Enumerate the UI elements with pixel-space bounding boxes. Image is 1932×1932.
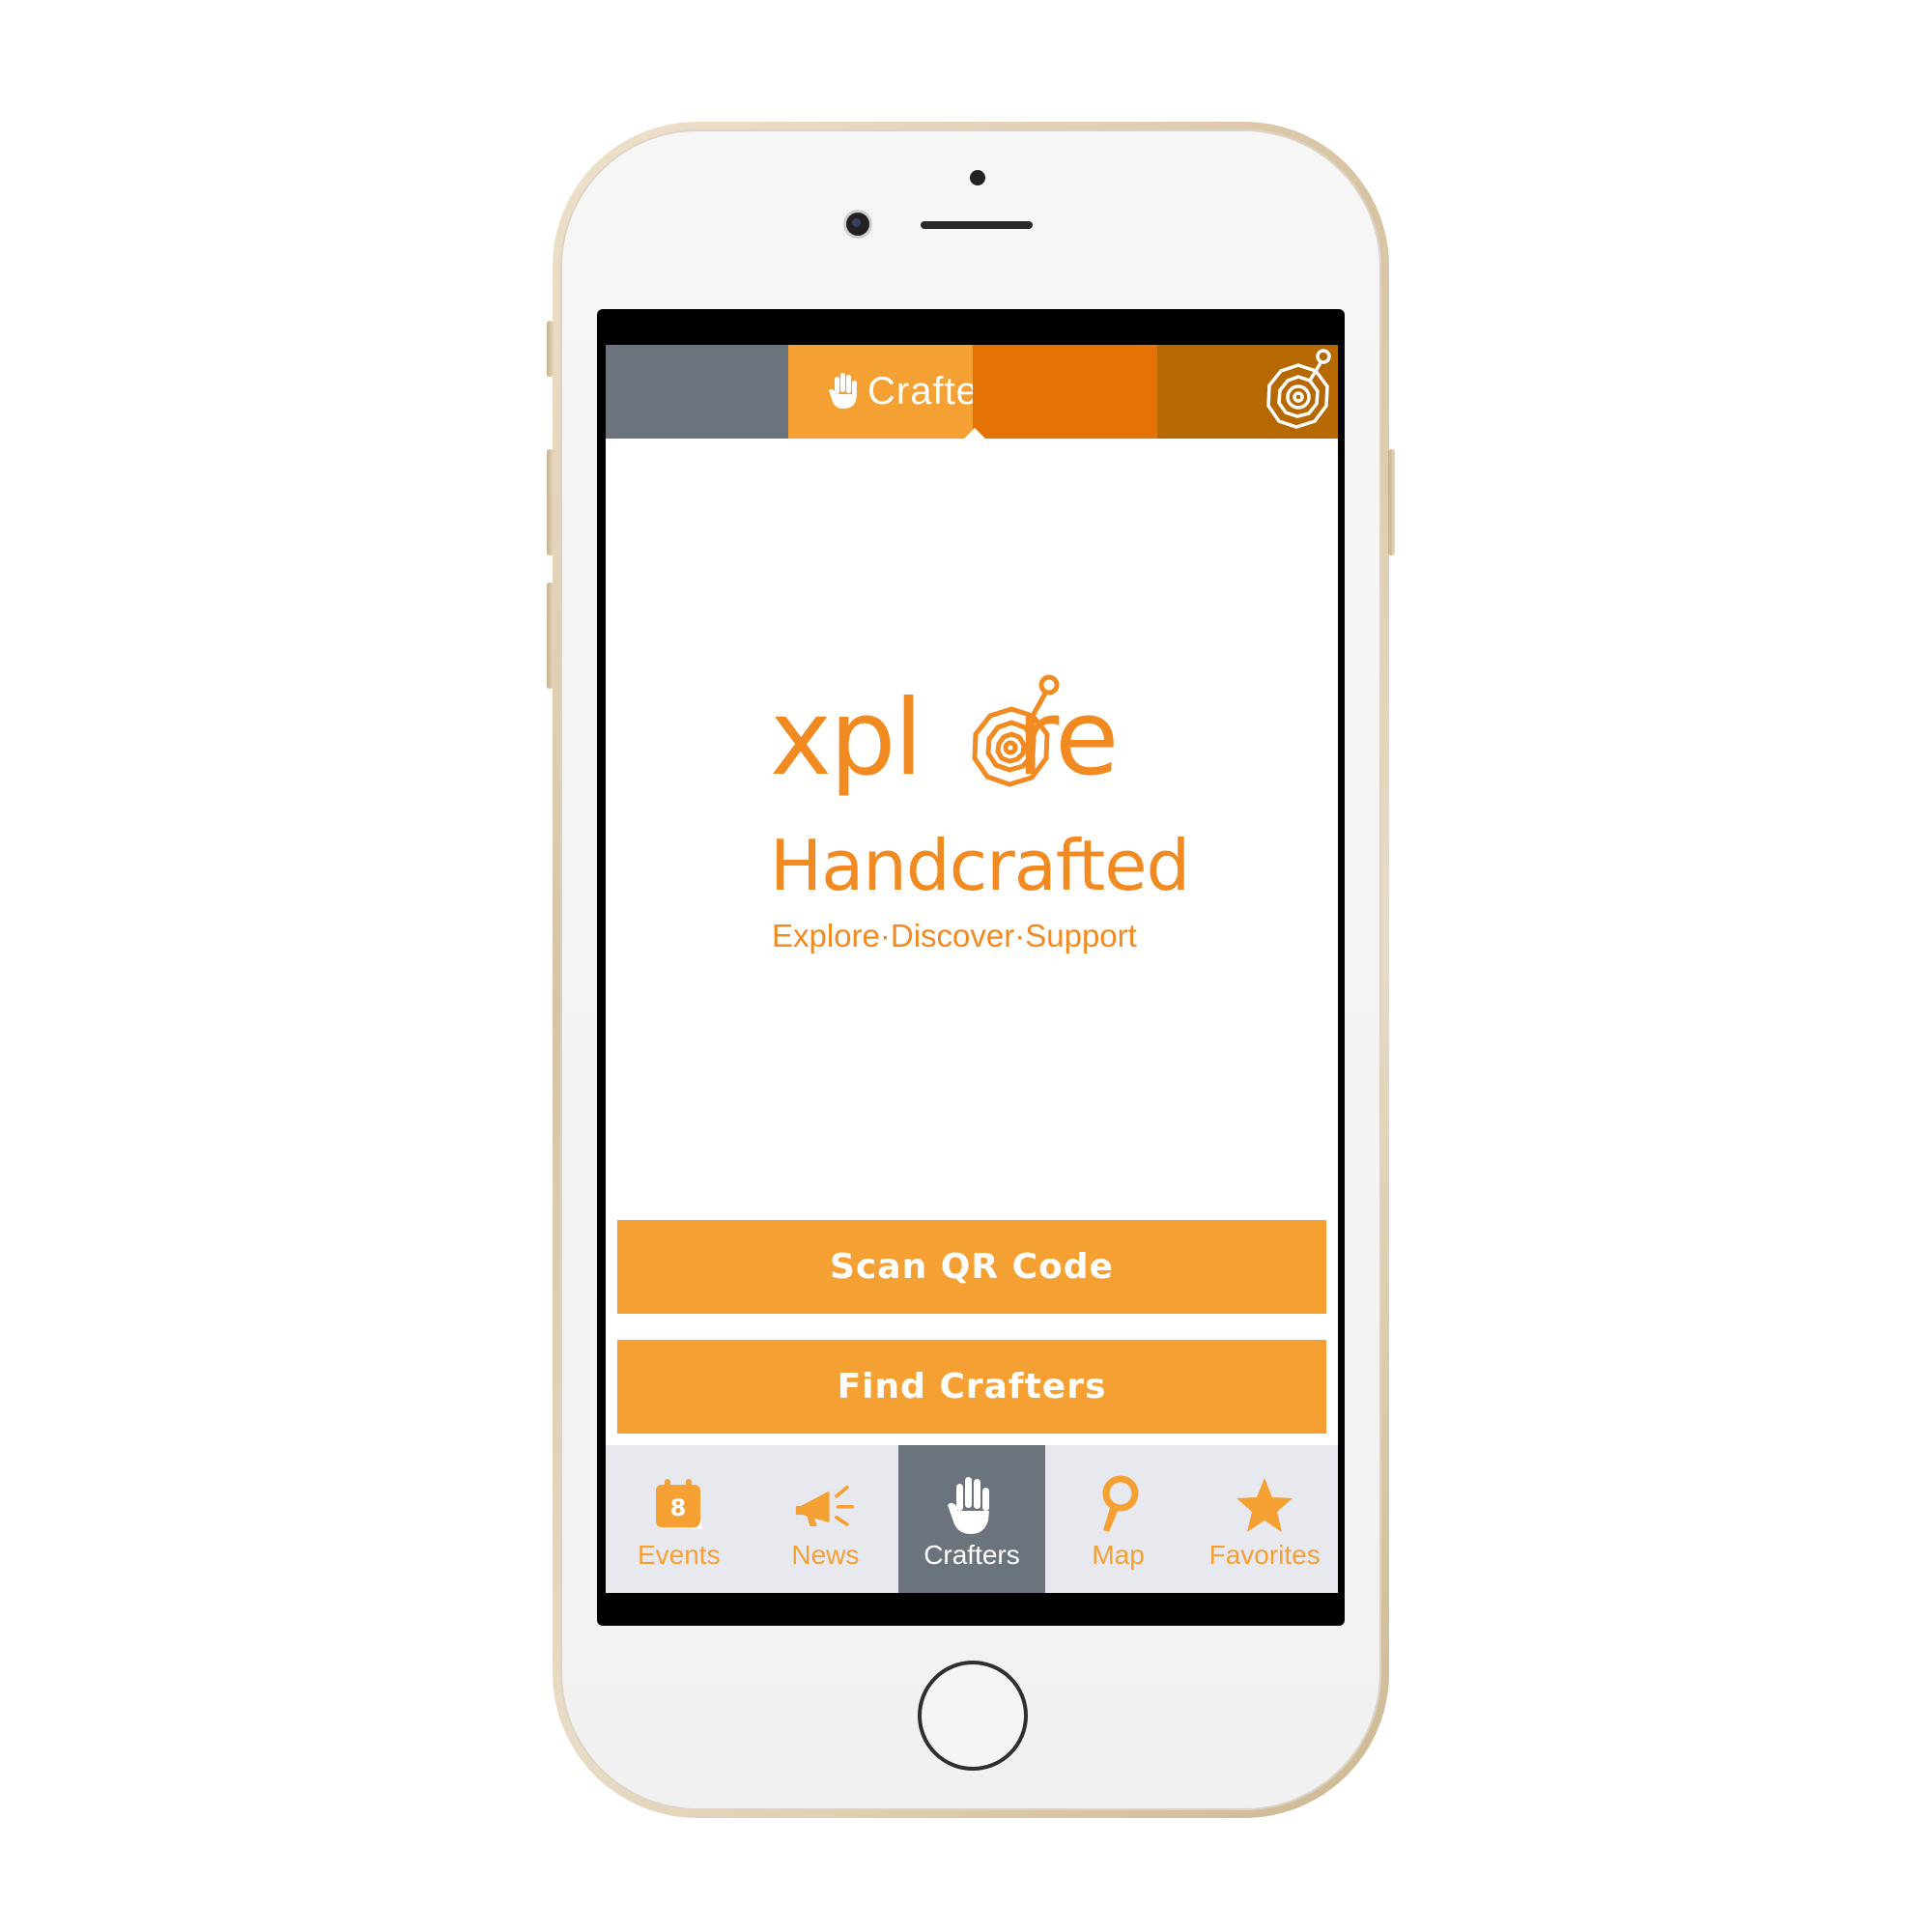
mute-switch: [547, 321, 554, 377]
proximity-sensor: [970, 170, 985, 185]
logo-tagline: Explore·Discover·Support: [772, 918, 1137, 953]
tab-label-favorites: Favorites: [1208, 1540, 1321, 1570]
volume-down-button: [547, 582, 554, 689]
header-segment-orange[interactable]: [973, 345, 1157, 439]
power-button: [1388, 449, 1395, 555]
target-pin-icon: [1263, 346, 1334, 439]
bottom-tab-bar: 8 Events News Crafters Map Favorites: [606, 1445, 1338, 1593]
header-title-segment[interactable]: Crafters: [788, 345, 1011, 439]
logo-word-xpl: xpl: [770, 678, 923, 799]
tab-label-crafters: Crafters: [923, 1540, 1020, 1570]
tab-label-news: News: [791, 1540, 860, 1570]
xplore-logo: xpl re Handcrafted Explore·Discover·Supp…: [770, 674, 1190, 958]
star-icon: [1234, 1474, 1295, 1536]
tab-map[interactable]: Map: [1045, 1445, 1192, 1593]
calendar-icon: 8: [648, 1474, 710, 1536]
tab-label-events: Events: [637, 1540, 721, 1570]
app-screen: Crafters xpl re Handcrafted Explore·Disc…: [606, 345, 1338, 1593]
front-camera: [846, 213, 869, 236]
logo-word-re: re: [1016, 678, 1119, 799]
hand-icon: [827, 371, 860, 413]
header-segment-grey[interactable]: [606, 345, 788, 439]
map-pin-icon: [1088, 1474, 1150, 1536]
header-active-pointer: [964, 428, 985, 439]
home-button[interactable]: [918, 1661, 1028, 1771]
earpiece-speaker: [921, 221, 1033, 229]
megaphone-icon: [794, 1474, 856, 1536]
tab-news[interactable]: News: [753, 1445, 899, 1593]
tab-crafters[interactable]: Crafters: [898, 1445, 1045, 1593]
header-segment-dark[interactable]: [1157, 345, 1338, 439]
volume-up-button: [547, 449, 554, 555]
hand-icon: [941, 1474, 1003, 1536]
logo-subtitle: Handcrafted: [770, 825, 1190, 906]
app-header: Crafters: [606, 345, 1338, 439]
calendar-badge: 8: [669, 1494, 686, 1521]
scan-qr-code-button[interactable]: Scan QR Code: [617, 1220, 1326, 1314]
tab-events[interactable]: 8 Events: [606, 1445, 753, 1593]
find-crafters-button[interactable]: Find Crafters: [617, 1340, 1326, 1434]
tab-favorites[interactable]: Favorites: [1191, 1445, 1338, 1593]
tab-label-map: Map: [1092, 1540, 1145, 1570]
